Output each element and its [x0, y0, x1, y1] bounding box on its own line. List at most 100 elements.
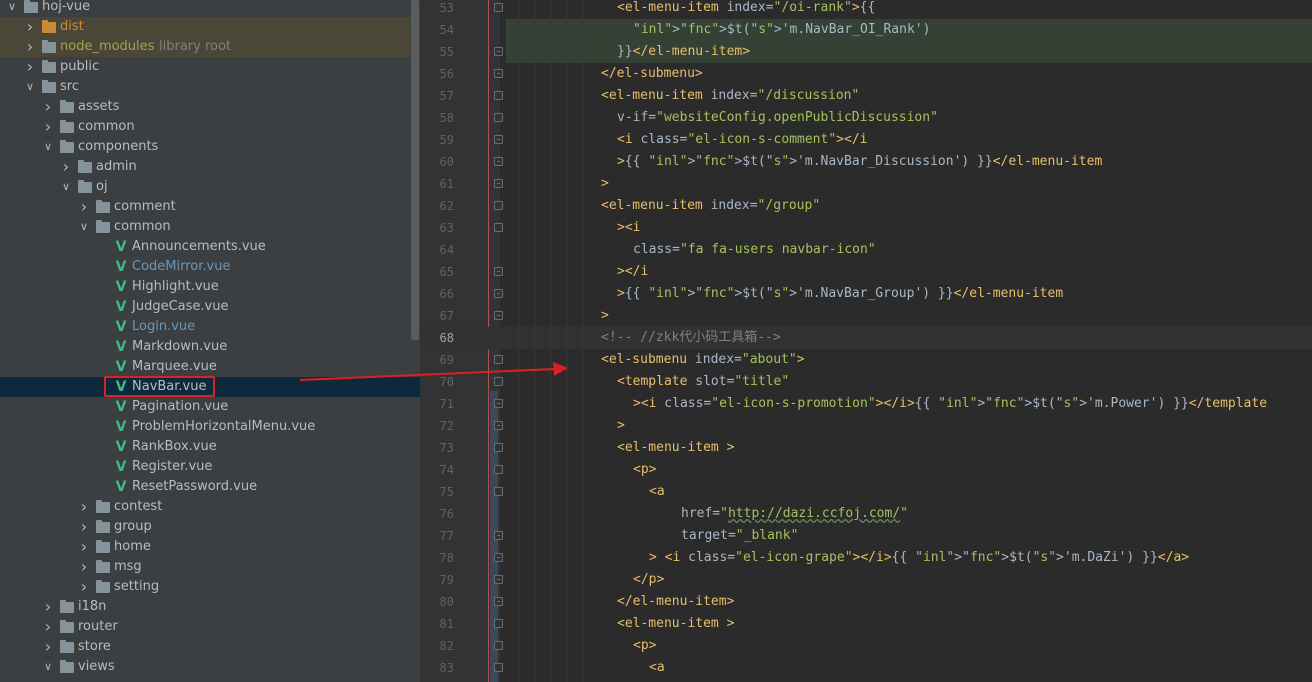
code-line[interactable]: 65 ></i [420, 261, 1312, 283]
code-line[interactable]: 76 href="http://dazi.ccfoj.com/" [420, 503, 1312, 525]
tree-folder-item[interactable]: › store [0, 637, 420, 657]
tree-scrollbar[interactable] [411, 0, 419, 340]
code-editor[interactable]: 53 <el-menu-item index="/oi-rank">{{54 "in… [420, 0, 1312, 682]
code-line[interactable]: 66 >{{ "inl">"fnc">$t("s">'m.NavBar_Group… [420, 283, 1312, 305]
fold-marker-icon[interactable] [494, 421, 503, 430]
tree-folder-item[interactable]: › setting [0, 577, 420, 597]
code-line[interactable]: 57 <el-menu-item index="/discussion" [420, 85, 1312, 107]
tree-folder-item[interactable]: ∨ components [0, 137, 420, 157]
tree-file-item[interactable]: V NavBar.vue [0, 377, 420, 397]
fold-marker-icon[interactable] [494, 289, 503, 298]
tree-folder-item[interactable]: ∨ oj [0, 177, 420, 197]
chevron-right-icon[interactable]: › [78, 577, 90, 597]
chevron-right-icon[interactable]: › [78, 557, 90, 577]
chevron-down-icon[interactable]: ∨ [78, 217, 90, 237]
code-line[interactable]: 82 <p> [420, 635, 1312, 657]
code-line[interactable]: 79 </p> [420, 569, 1312, 591]
code-line[interactable]: 83 <a [420, 657, 1312, 679]
chevron-right-icon[interactable]: › [42, 617, 54, 637]
code-line[interactable]: 78 > <i class="el-icon-grape"></i>{{ "inl… [420, 547, 1312, 569]
fold-marker-icon[interactable] [494, 575, 503, 584]
chevron-right-icon[interactable]: › [78, 197, 90, 217]
tree-folder-item[interactable]: › public [0, 57, 420, 77]
code-line[interactable]: 58 v-if="websiteConfig.openPublicDiscussi… [420, 107, 1312, 129]
tree-file-item[interactable]: V Register.vue [0, 457, 420, 477]
chevron-down-icon[interactable]: ∨ [60, 177, 72, 197]
tree-folder-item[interactable]: ∨ views [0, 657, 420, 677]
tree-file-item[interactable]: V Pagination.vue [0, 397, 420, 417]
code-line[interactable]: 60 >{{ "inl">"fnc">$t("s">'m.NavBar_Discu… [420, 151, 1312, 173]
fold-marker-icon[interactable] [494, 311, 503, 320]
code-line[interactable]: 67 > [420, 305, 1312, 327]
fold-marker-icon[interactable] [494, 663, 503, 672]
tree-folder-item[interactable]: › group [0, 517, 420, 537]
fold-marker-icon[interactable] [494, 69, 503, 78]
code-line[interactable]: 62 <el-menu-item index="/group" [420, 195, 1312, 217]
tree-file-item[interactable]: V CodeMirror.vue [0, 257, 420, 277]
code-line[interactable]: 68 <!-- //zkk代小码工具箱--> [420, 327, 1312, 349]
fold-marker-icon[interactable] [494, 641, 503, 650]
tree-folder-item[interactable]: › comment [0, 197, 420, 217]
tree-folder-item[interactable]: › node_modules library root [0, 37, 411, 57]
code-line[interactable]: 81 <el-menu-item > [420, 613, 1312, 635]
fold-marker-icon[interactable] [494, 619, 503, 628]
code-line[interactable]: 70 <template slot="title" [420, 371, 1312, 393]
tree-folder-item[interactable]: › admin [0, 157, 420, 177]
tree-folder-item[interactable]: › msg [0, 557, 420, 577]
code-line[interactable]: 71 ><i class="el-icon-s-promotion"></i>{{… [420, 393, 1312, 415]
chevron-right-icon[interactable]: › [42, 637, 54, 657]
tree-file-item[interactable]: V ResetPassword.vue [0, 477, 420, 497]
fold-marker-icon[interactable] [494, 201, 503, 210]
fold-marker-icon[interactable] [494, 267, 503, 276]
fold-marker-icon[interactable] [494, 597, 503, 606]
tree-file-item[interactable]: V JudgeCase.vue [0, 297, 420, 317]
fold-marker-icon[interactable] [494, 91, 503, 100]
tree-folder-item[interactable]: › assets [0, 97, 420, 117]
chevron-right-icon[interactable]: › [78, 537, 90, 557]
fold-marker-icon[interactable] [494, 465, 503, 474]
chevron-right-icon[interactable]: › [60, 157, 72, 177]
tree-folder-item[interactable]: › common [0, 117, 420, 137]
chevron-right-icon[interactable]: › [42, 97, 54, 117]
code-line[interactable]: 72 > [420, 415, 1312, 437]
fold-marker-icon[interactable] [494, 47, 503, 56]
code-line[interactable]: 69 <el-submenu index="about"> [420, 349, 1312, 371]
fold-marker-icon[interactable] [494, 443, 503, 452]
fold-marker-icon[interactable] [494, 157, 503, 166]
tree-file-item[interactable]: V ProblemHorizontalMenu.vue [0, 417, 420, 437]
chevron-down-icon[interactable]: ∨ [42, 137, 54, 157]
chevron-right-icon[interactable]: › [42, 117, 54, 137]
tree-file-item[interactable]: V RankBox.vue [0, 437, 420, 457]
fold-marker-icon[interactable] [494, 223, 503, 232]
tree-folder-item[interactable]: › home [0, 537, 420, 557]
fold-marker-icon[interactable] [494, 553, 503, 562]
fold-marker-icon[interactable] [494, 179, 503, 188]
chevron-right-icon[interactable]: › [78, 517, 90, 537]
tree-folder-item[interactable]: ∨ src [0, 77, 420, 97]
fold-marker-icon[interactable] [494, 3, 503, 12]
code-line[interactable]: 55}}</el-menu-item> [420, 41, 1312, 63]
code-line[interactable]: 59 <i class="el-icon-s-comment"></i [420, 129, 1312, 151]
fold-marker-icon[interactable] [494, 399, 503, 408]
tree-folder-item[interactable]: ∨ hoj-vue [0, 0, 420, 17]
chevron-down-icon[interactable]: ∨ [24, 77, 36, 97]
code-line[interactable]: 54 "inl">"fnc">$t("s">'m.NavBar_OI_Rank') [420, 19, 1312, 41]
fold-marker-icon[interactable] [494, 113, 503, 122]
chevron-down-icon[interactable]: ∨ [6, 0, 18, 17]
tree-file-item[interactable]: V Login.vue [0, 317, 420, 337]
code-line[interactable]: 63 ><i [420, 217, 1312, 239]
tree-folder-item[interactable]: › i18n [0, 597, 420, 617]
tree-folder-item[interactable]: › contest [0, 497, 420, 517]
tree-file-item[interactable]: V Announcements.vue [0, 237, 420, 257]
fold-marker-icon[interactable] [494, 355, 503, 364]
code-line[interactable]: 64 class="fa fa-users navbar-icon" [420, 239, 1312, 261]
chevron-right-icon[interactable]: › [42, 597, 54, 617]
tree-folder-item[interactable]: › dist [0, 17, 411, 37]
tree-file-item[interactable]: V Marquee.vue [0, 357, 420, 377]
fold-marker-icon[interactable] [494, 487, 503, 496]
tree-folder-item[interactable]: › router [0, 617, 420, 637]
code-line[interactable]: 61 > [420, 173, 1312, 195]
tree-file-item[interactable]: V Highlight.vue [0, 277, 420, 297]
chevron-right-icon[interactable]: › [24, 17, 36, 37]
fold-marker-icon[interactable] [494, 377, 503, 386]
